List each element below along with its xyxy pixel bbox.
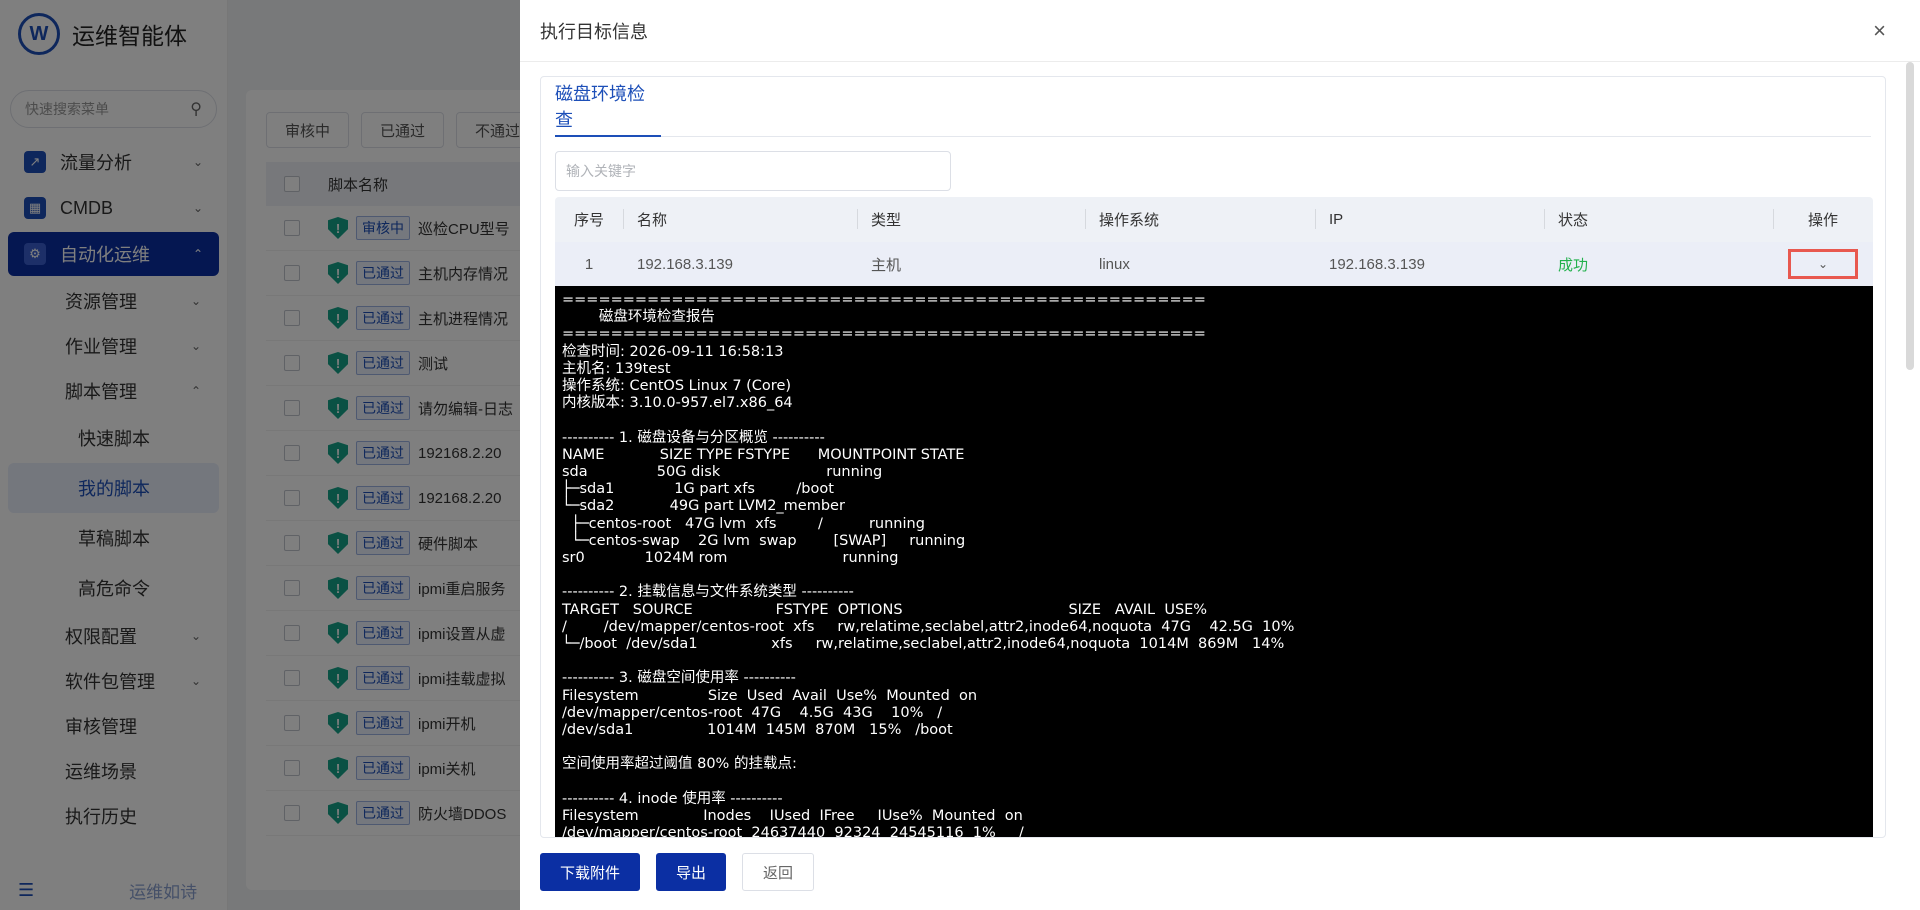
drawer-title: 执行目标信息 (540, 21, 648, 42)
target-table: 序号 名称 类型 操作系统 IP 状态 操作 1 192.168.3.139 主… (555, 197, 1873, 286)
column-header-ip: IP (1315, 197, 1544, 242)
column-header-index: 序号 (573, 212, 604, 229)
column-header-name: 名称 (623, 197, 857, 242)
cell-type: 主机 (871, 256, 902, 274)
command-output-console[interactable]: ========================================… (555, 286, 1873, 837)
execution-target-drawer: 执行目标信息 × 磁盘环境检查 序号 名称 类型 操作系统 IP 状态 操作 1… (520, 0, 1920, 910)
column-header-type: 类型 (857, 197, 1085, 242)
expand-row-button[interactable]: ⌄ (1788, 249, 1858, 279)
result-card: 磁盘环境检查 序号 名称 类型 操作系统 IP 状态 操作 1 192.168.… (540, 76, 1886, 838)
drawer-scrollbar[interactable] (1906, 62, 1914, 370)
tab-bar: 磁盘环境检查 (555, 77, 1871, 137)
cell-os: linux (1099, 255, 1130, 273)
cell-status: 成功 (1558, 256, 1589, 274)
cell-name: 192.168.3.139 (637, 255, 733, 273)
chevron-down-icon: ⌄ (1817, 257, 1829, 271)
column-header-action: 操作 (1773, 197, 1873, 242)
drawer-footer: 下载附件 导出 返回 (540, 853, 830, 891)
tab-disk-check[interactable]: 磁盘环境检查 (555, 77, 661, 137)
drawer-header: 执行目标信息 × (520, 0, 1920, 62)
column-header-status: 状态 (1544, 197, 1773, 242)
back-button[interactable]: 返回 (742, 853, 815, 891)
export-button[interactable]: 导出 (656, 853, 727, 891)
cell-ip: 192.168.3.139 (1329, 255, 1425, 273)
column-header-os: 操作系统 (1085, 197, 1315, 242)
table-row[interactable]: 1 192.168.3.139 主机 linux 192.168.3.139 成… (555, 242, 1873, 286)
cell-index: 1 (584, 255, 594, 273)
keyword-search-input[interactable] (555, 151, 951, 191)
close-icon[interactable]: × (1873, 18, 1886, 44)
cell-action: ⌄ (1773, 242, 1873, 286)
table-header: 序号 名称 类型 操作系统 IP 状态 操作 (555, 197, 1873, 242)
download-attachment-button[interactable]: 下载附件 (540, 853, 641, 891)
